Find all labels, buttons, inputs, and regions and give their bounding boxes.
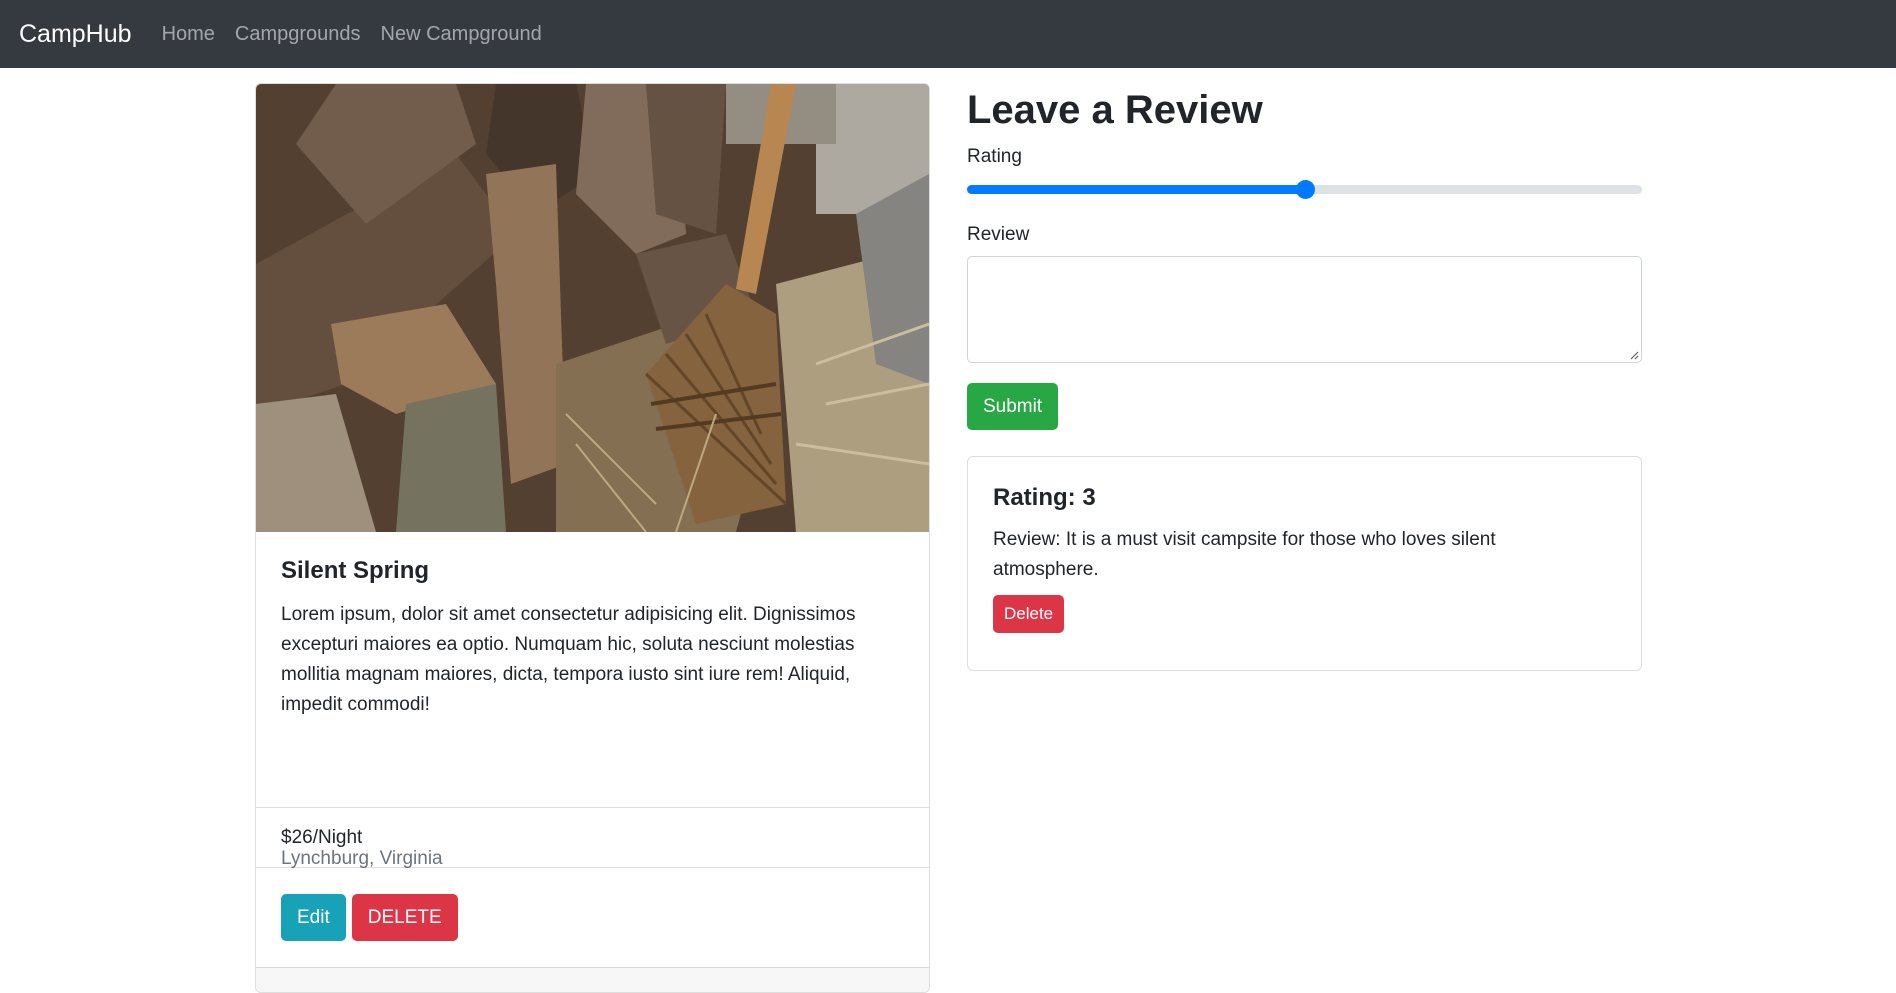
delete-campground-button[interactable]: DELETE (351, 894, 458, 941)
nav-link-new-campground[interactable]: New Campground (381, 23, 542, 46)
rating-label: Rating (967, 146, 1022, 167)
campground-title: Silent Spring (281, 557, 430, 584)
nav-link-home[interactable]: Home (162, 23, 215, 46)
nav-link-campgrounds[interactable]: Campgrounds (235, 23, 361, 46)
brand-link[interactable]: CampHub (19, 20, 132, 49)
campground-card: Silent Spring Lorem ipsum, dolor sit ame… (255, 83, 930, 993)
rating-slider-thumb[interactable] (1296, 180, 1315, 199)
campground-price: $26/Night (256, 807, 929, 868)
review-heading: Leave a Review (967, 88, 1263, 132)
navbar: CampHub Home Campgrounds New Campground (0, 0, 1896, 68)
edit-button[interactable]: Edit (281, 894, 346, 941)
resize-grip-icon[interactable] (1629, 350, 1639, 360)
review-section: Leave a Review Rating Review Submit Rati… (967, 83, 1642, 671)
rating-slider-fill (967, 185, 1305, 194)
card-body: Silent Spring Lorem ipsum, dolor sit ame… (256, 532, 929, 869)
review-card: Rating: 3 Review: It is a must visit cam… (967, 456, 1642, 671)
review-textarea[interactable] (967, 256, 1642, 363)
delete-review-button[interactable]: Delete (993, 595, 1065, 633)
price-text: $26/Night (281, 826, 363, 848)
review-rating: Rating: 3 (993, 484, 1096, 511)
campground-description: Lorem ipsum, dolor sit amet consectetur … (281, 604, 856, 715)
campground-actions: Edit DELETE (281, 894, 458, 941)
review-label: Review (967, 224, 1030, 245)
card-footer (256, 967, 929, 992)
rating-slider[interactable] (967, 177, 1642, 201)
campground-image (256, 84, 929, 532)
submit-button[interactable]: Submit (967, 383, 1059, 430)
review-text: Review: It is a must visit campsite for … (993, 529, 1496, 580)
